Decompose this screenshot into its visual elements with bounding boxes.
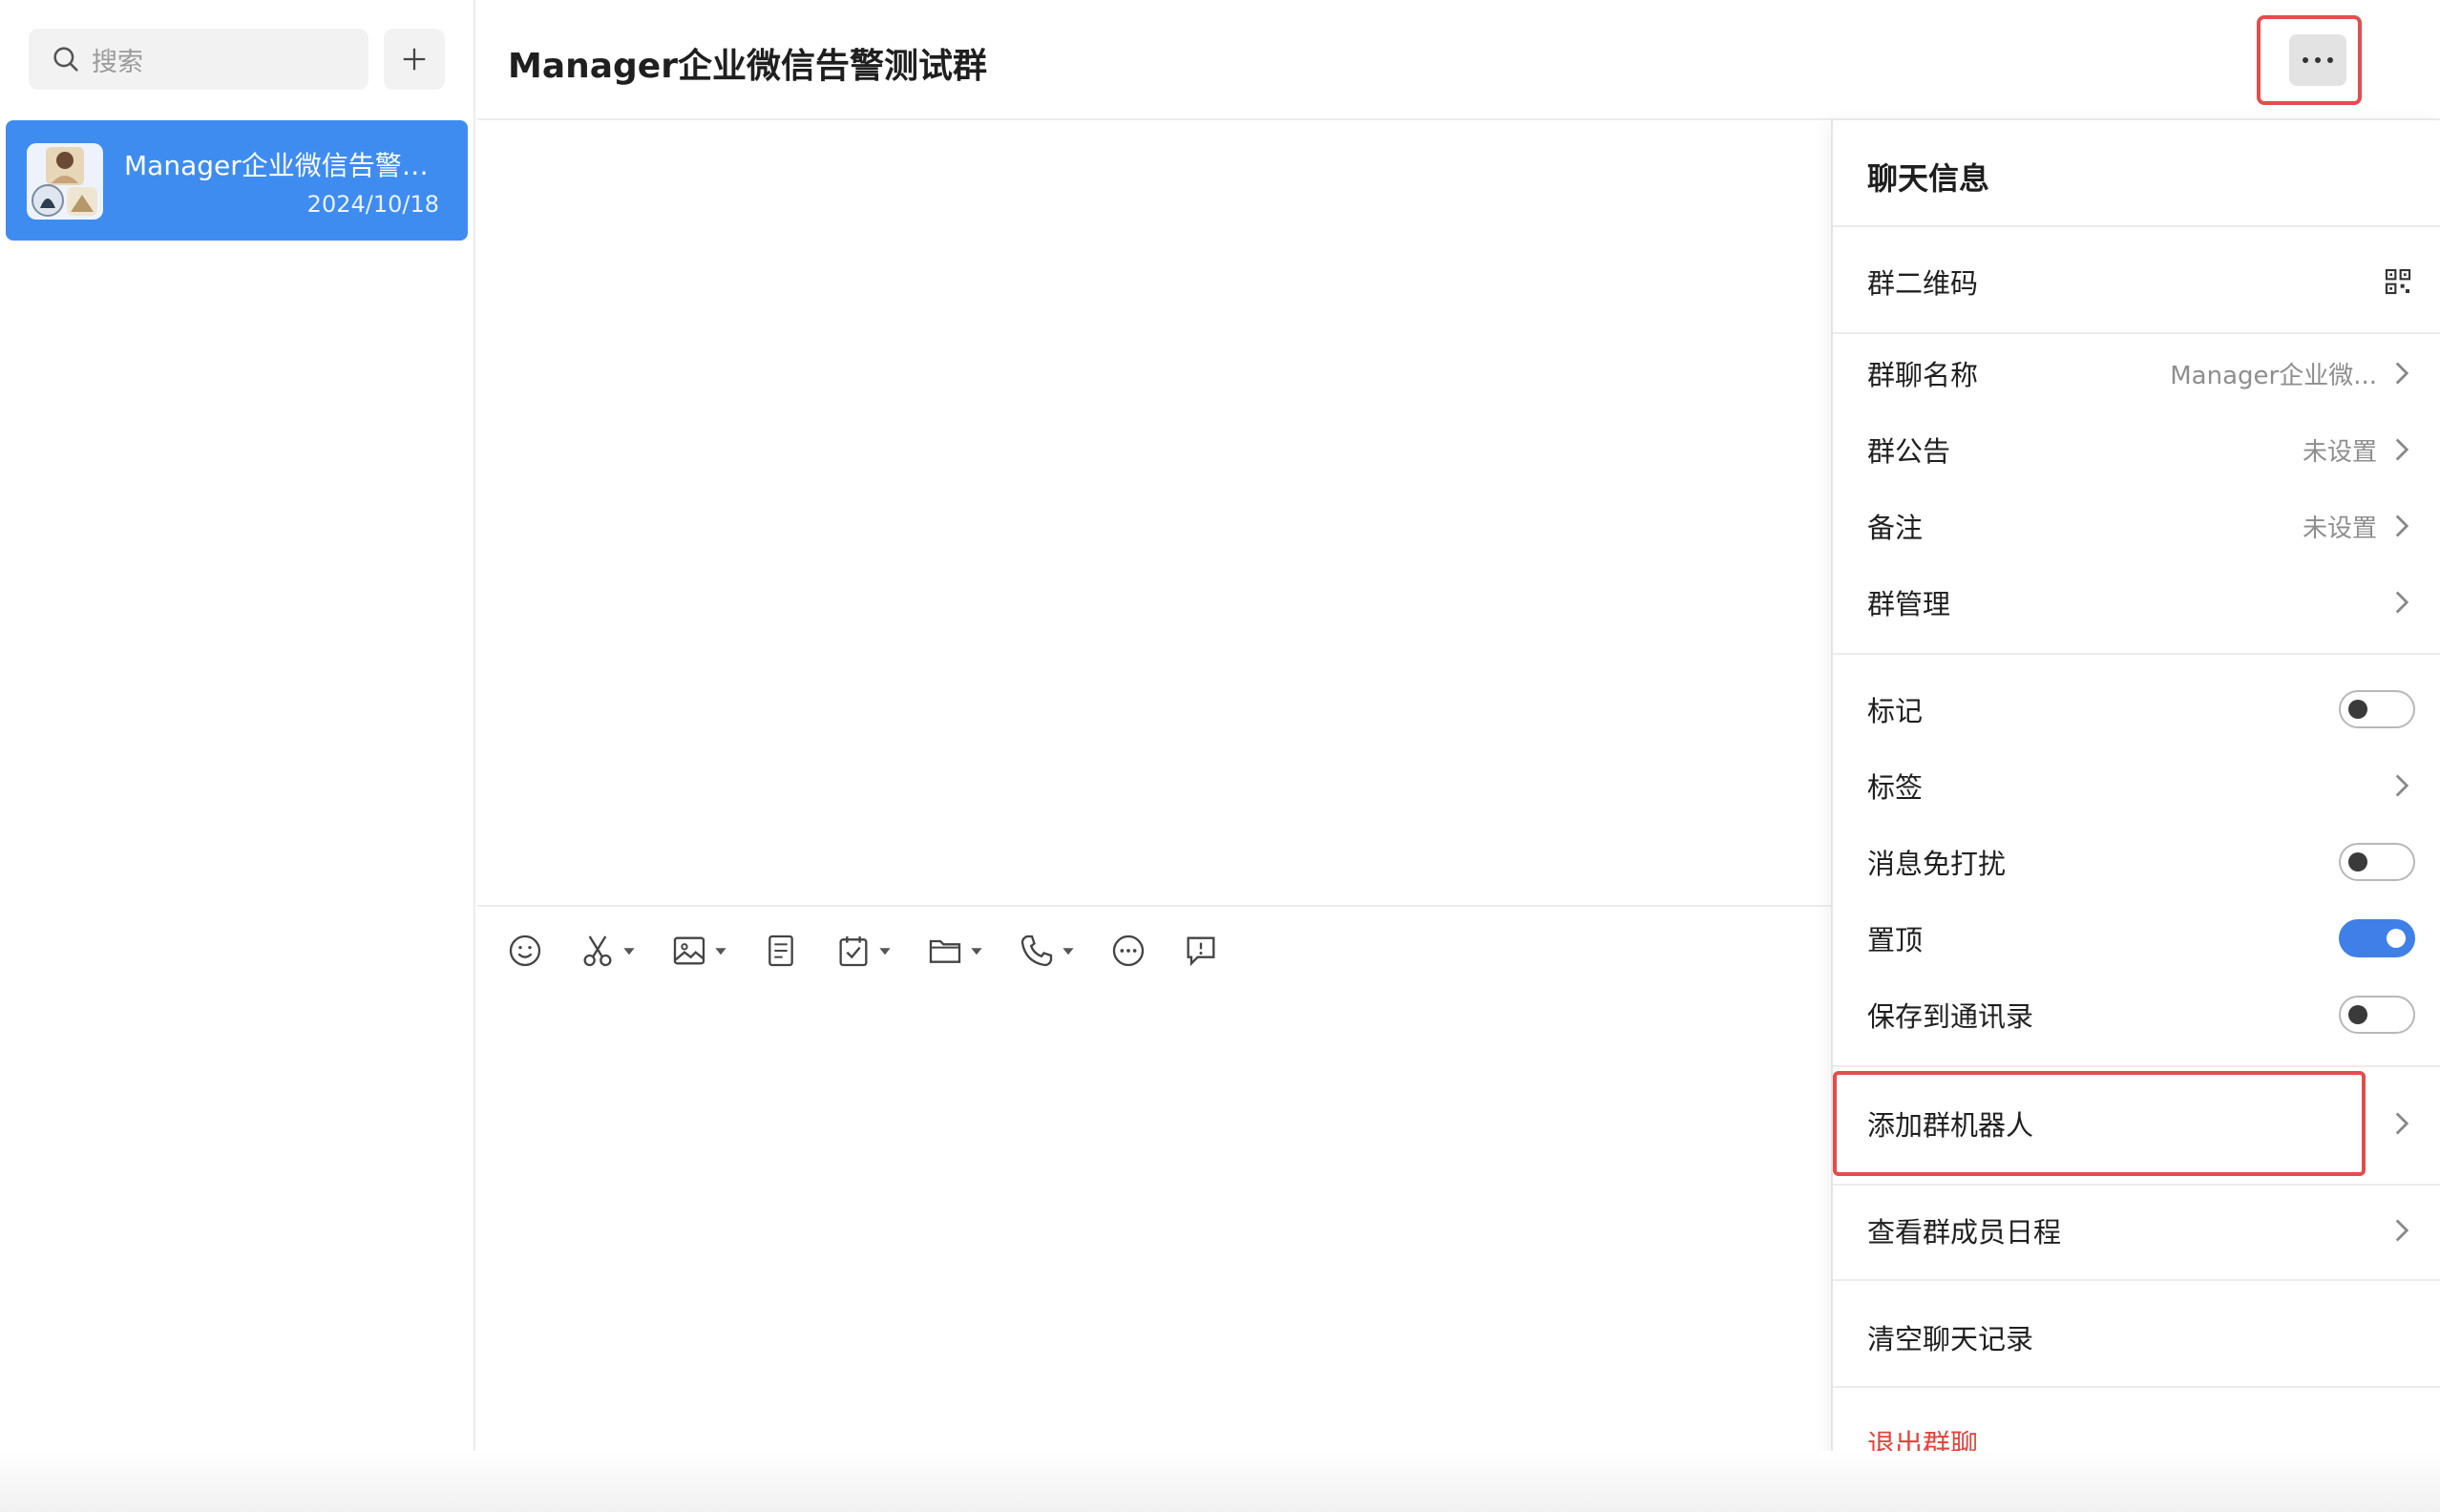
remark-row[interactable]: 备注 未设置 (1833, 493, 2440, 559)
caret-down-icon[interactable] (1062, 944, 1075, 957)
divider (1833, 1279, 2440, 1281)
conversation-item[interactable]: Manager企业微信告警测试群 2024/10/18 (6, 120, 468, 241)
group-manage-row[interactable]: 群管理 (1833, 569, 2440, 636)
document-icon (768, 934, 793, 967)
chat-title: Manager企业微信告警测试群 (508, 47, 987, 86)
divider (1833, 653, 2440, 655)
image-button[interactable] (670, 930, 727, 972)
more-tools-button[interactable] (1109, 930, 1147, 972)
document-button[interactable] (762, 930, 800, 972)
member-schedule-row[interactable]: 查看群成员日程 (1833, 1197, 2440, 1264)
clear-history-label: 清空聊天记录 (1867, 1323, 2034, 1355)
pin-row: 置顶 (1833, 905, 2440, 972)
group-manage-label: 群管理 (1867, 588, 1951, 620)
scissors-icon (583, 935, 612, 967)
add-button[interactable] (384, 29, 445, 90)
tags-label: 标签 (1867, 771, 1924, 804)
task-icon (839, 936, 868, 967)
announcement-label: 群公告 (1867, 435, 1951, 468)
announcement-value: 未设置 (2302, 437, 2377, 467)
plus-icon (403, 48, 426, 71)
more-horizontal-icon (2303, 57, 2333, 63)
qr-code-icon (2385, 268, 2411, 295)
folder-button[interactable] (926, 930, 983, 972)
group-name-label: 群聊名称 (1867, 359, 1979, 391)
caret-down-icon[interactable] (714, 944, 727, 957)
bottom-edge (0, 1451, 2440, 1512)
group-qr-label: 群二维码 (1867, 267, 1979, 300)
group-name-value: Manager企业微... (2170, 361, 2377, 390)
more-options-button[interactable] (2289, 34, 2346, 86)
member-schedule-label: 查看群成员日程 (1867, 1216, 2062, 1249)
caret-down-icon[interactable] (970, 944, 983, 957)
save-contacts-label: 保存到通讯录 (1867, 1000, 2034, 1033)
chevron-right-icon (2395, 514, 2409, 537)
app-window: 搜索 Manager企业微信告警测试群 2024/1 (0, 0, 2440, 1512)
remark-label: 备注 (1867, 512, 1924, 544)
conversation-title: Manager企业微信告警测试群 (124, 150, 439, 181)
pin-label: 置顶 (1867, 924, 1924, 956)
phone-icon (1020, 934, 1053, 967)
divider (1833, 1386, 2440, 1388)
search-placeholder: 搜索 (92, 47, 143, 77)
screenshot-button[interactable] (578, 930, 636, 972)
chevron-right-icon (2395, 1112, 2409, 1135)
mark-toggle[interactable] (2339, 690, 2415, 728)
divider (1833, 332, 2440, 334)
more-circle-icon (1112, 934, 1145, 967)
message-area (477, 120, 1831, 905)
divider (1833, 1184, 2440, 1186)
mark-label: 标记 (1867, 695, 1924, 727)
folder-icon (929, 939, 961, 963)
chevron-right-icon (2395, 438, 2409, 461)
caret-down-icon[interactable] (878, 944, 892, 957)
chevron-right-icon (2395, 591, 2409, 614)
emoji-button[interactable] (506, 930, 544, 972)
chat-record-button[interactable] (1182, 930, 1220, 972)
emoji-icon (509, 934, 541, 967)
panel-title: 聊天信息 (1867, 160, 1990, 197)
message-composer[interactable] (477, 905, 1831, 1512)
remark-value: 未设置 (2302, 514, 2377, 543)
composer-toolbar (506, 930, 1254, 972)
chat-info-panel: 聊天信息 群二维码 群聊名称 Manager企业微... 群公告 未设置 备注 … (1831, 120, 2440, 1512)
announcement-row[interactable]: 群公告 未设置 (1833, 416, 2440, 483)
call-button[interactable] (1018, 930, 1075, 972)
add-robot-label: 添加群机器人 (1867, 1109, 2034, 1142)
mute-label: 消息免打扰 (1867, 848, 2007, 880)
divider (1833, 1065, 2440, 1067)
group-qr-row[interactable]: 群二维码 (1833, 248, 2440, 315)
chevron-right-icon (2395, 362, 2409, 385)
mute-toggle[interactable] (2339, 843, 2415, 881)
group-avatar (27, 143, 103, 220)
save-contacts-row: 保存到通讯录 (1833, 981, 2440, 1048)
add-robot-row[interactable]: 添加群机器人 (1833, 1090, 2440, 1157)
caret-down-icon[interactable] (622, 944, 636, 957)
task-button[interactable] (834, 930, 892, 972)
chat-header: Manager企业微信告警测试群 (477, 0, 2440, 120)
save-contacts-toggle[interactable] (2339, 996, 2415, 1034)
group-name-row[interactable]: 群聊名称 Manager企业微... (1833, 340, 2440, 407)
mark-row: 标记 (1833, 676, 2440, 743)
sidebar: 搜索 Manager企业微信告警测试群 2024/1 (0, 0, 475, 1512)
search-input[interactable]: 搜索 (29, 29, 368, 90)
tags-row[interactable]: 标签 (1833, 752, 2440, 819)
pin-toggle[interactable] (2339, 919, 2415, 957)
divider (1833, 225, 2440, 227)
conversation-date: 2024/10/18 (306, 191, 439, 218)
search-icon (53, 47, 78, 72)
clear-history-row[interactable]: 清空聊天记录 (1833, 1304, 2440, 1371)
chat-bubble-icon (1187, 936, 1215, 967)
chevron-right-icon (2395, 1219, 2409, 1242)
image-icon (673, 936, 705, 965)
mute-row: 消息免打扰 (1833, 829, 2440, 895)
chevron-right-icon (2395, 774, 2409, 797)
